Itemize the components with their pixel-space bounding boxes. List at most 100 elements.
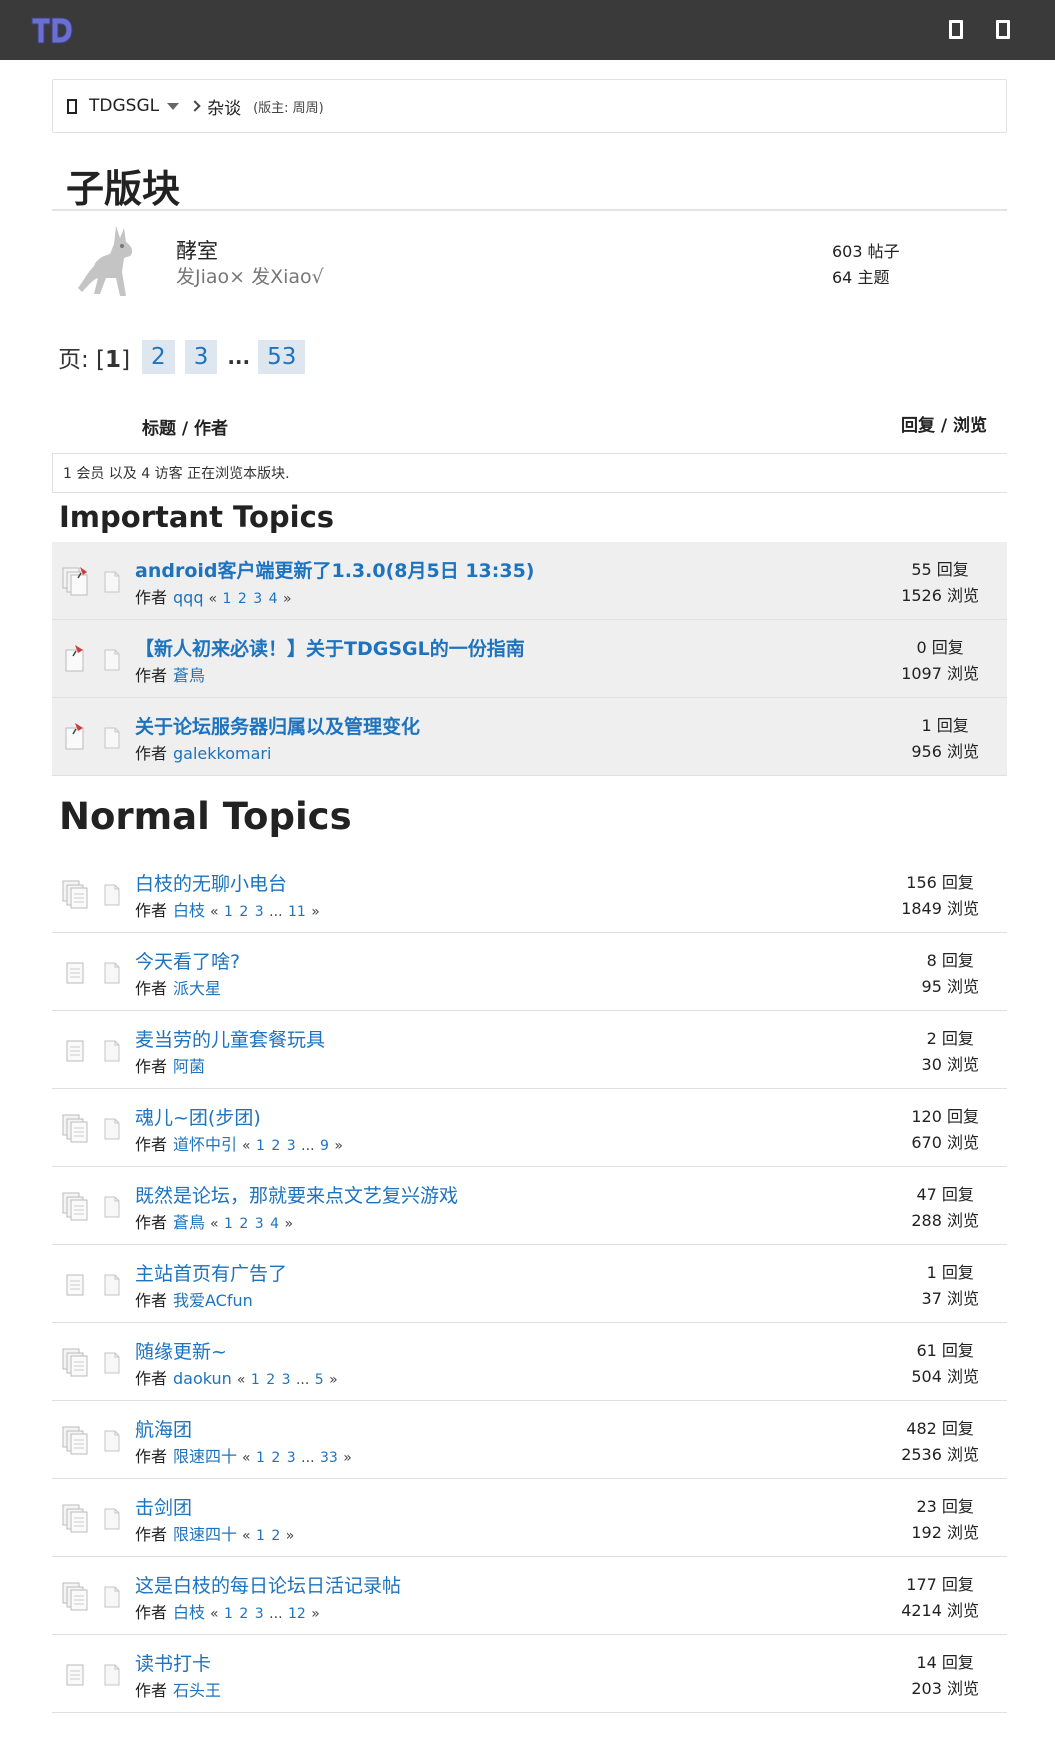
- topic-author-link[interactable]: 白枝: [173, 1603, 205, 1622]
- topic-author-link[interactable]: 白枝: [173, 901, 205, 920]
- topic-title-link[interactable]: 主站首页有广告了: [135, 1259, 287, 1286]
- document-icon: [104, 1196, 120, 1218]
- topic-row: 既然是论坛，那就要来点文艺复兴游戏 作者 蒼鳥 « 1 2 3 4 » 47 回复 288…: [52, 1167, 1007, 1245]
- pagination: 页: [1] 2 3 ... 53: [58, 340, 315, 374]
- hot-topic-icon: [62, 1504, 88, 1533]
- topic-pages[interactable]: « 1 2 3 ... 11 »: [210, 904, 320, 920]
- topic-row: 航海团 作者 限速四十 « 1 2 3 ... 33 » 482 回复 2536 浏览: [52, 1401, 1007, 1479]
- topic-replies: 23 回复: [916, 1497, 974, 1516]
- topic-stats: 8 回复 95 浏览: [922, 948, 979, 1000]
- subboard-name[interactable]: 酵室: [176, 235, 218, 265]
- topic-author-link[interactable]: 道怀中引: [173, 1135, 237, 1154]
- topic-author-link[interactable]: 阿菌: [173, 1057, 205, 1076]
- topic-row: 关于论坛服务器归属以及管理变化 作者 galekkomari 1 回复 956 浏览: [52, 698, 1007, 776]
- topic-icon: [66, 1274, 84, 1296]
- document-icon: [104, 962, 120, 984]
- board-mascot-icon: [78, 226, 133, 296]
- home-icon[interactable]: [67, 98, 77, 114]
- topic-byline: 作者 qqq « 1 2 3 4 »: [135, 588, 292, 607]
- topic-views: 1849 浏览: [901, 899, 979, 918]
- topic-stats: 177 回复 4214 浏览: [901, 1572, 979, 1624]
- topic-title-link[interactable]: 读书打卡: [135, 1649, 211, 1676]
- topic-title-link[interactable]: 航海团: [135, 1415, 192, 1442]
- page-link-2[interactable]: 2: [142, 340, 175, 374]
- page-link-3[interactable]: 3: [184, 340, 218, 374]
- topic-title-link[interactable]: 既然是论坛，那就要来点文艺复兴游戏: [135, 1181, 458, 1208]
- topic-author-link[interactable]: 限速四十: [173, 1447, 237, 1466]
- topic-byline: 作者 道怀中引 « 1 2 3 ... 9 »: [135, 1135, 343, 1154]
- topic-title-link[interactable]: 随缘更新~: [135, 1337, 227, 1364]
- hot-topic-icon: [62, 1582, 88, 1611]
- topic-row: 读书打卡 作者 石头王 14 回复 203 浏览: [52, 1635, 1007, 1713]
- breadcrumb-forum[interactable]: TDGSGL: [89, 96, 159, 116]
- topic-title-link[interactable]: 【新人初来必读！】关于TDGSGL的一份指南: [135, 634, 525, 661]
- topic-stats: 55 回复 1526 浏览: [901, 557, 979, 609]
- topic-views: 670 浏览: [911, 1133, 979, 1152]
- topic-row: 【新人初来必读！】关于TDGSGL的一份指南作者 蒼鳥 0 回复 1097 浏览: [52, 620, 1007, 698]
- topic-pages[interactable]: « 1 2 3 ... 33 »: [242, 1450, 352, 1466]
- topic-author-link[interactable]: 派大星: [173, 979, 221, 998]
- column-header-title[interactable]: 标题 / 作者: [142, 414, 228, 439]
- topic-row: 主站首页有广告了 作者 我爱ACfun 1 回复 37 浏览: [52, 1245, 1007, 1323]
- page-link-last[interactable]: 53: [258, 340, 306, 374]
- topic-views: 37 浏览: [921, 1289, 979, 1308]
- topic-stats: 47 回复 288 浏览: [911, 1182, 979, 1234]
- topic-stats: 23 回复 192 浏览: [911, 1494, 979, 1546]
- topic-replies: 177 回复: [906, 1575, 974, 1594]
- topic-row: 今天看了啥? 作者 派大星 8 回复 95 浏览: [52, 933, 1007, 1011]
- subboard-topics: 64 主题: [832, 268, 890, 287]
- topic-row: 这是白枝的每日论坛日活记录帖 作者 白枝 « 1 2 3 ... 12 » 177 回复…: [52, 1557, 1007, 1635]
- caret-down-icon[interactable]: [167, 102, 180, 110]
- topic-pages[interactable]: « 1 2 3 4 »: [210, 1216, 293, 1232]
- topic-author-link[interactable]: galekkomari: [173, 744, 271, 763]
- user-menu-icon[interactable]: [949, 20, 963, 39]
- document-icon: [104, 884, 120, 906]
- topic-pages[interactable]: « 1 2 3 ... 12 »: [210, 1606, 320, 1622]
- topic-title-link[interactable]: 魂儿~团(步团): [135, 1103, 261, 1130]
- topic-icon: [66, 962, 84, 984]
- hot-topic-icon: [62, 1192, 88, 1221]
- topic-views: 1526 浏览: [901, 586, 979, 605]
- important-topics-heading: Important Topics: [59, 500, 335, 534]
- topic-byline: 作者 蒼鳥: [135, 666, 206, 685]
- subboard-description: 发Jiao× 发Xiao√: [176, 266, 324, 288]
- topic-stats: 2 回复 30 浏览: [922, 1026, 979, 1078]
- topic-pages[interactable]: « 1 2 »: [242, 1528, 294, 1544]
- topic-author-link[interactable]: 蒼鳥: [173, 666, 205, 685]
- topic-pages[interactable]: « 1 2 3 ... 5 »: [237, 1372, 338, 1388]
- topic-author-link[interactable]: 我爱ACfun: [173, 1291, 253, 1310]
- topic-views: 95 浏览: [921, 977, 979, 996]
- topic-stats: 0 回复 1097 浏览: [901, 635, 979, 687]
- topic-author-link[interactable]: 石头王: [173, 1681, 221, 1700]
- topic-title-link[interactable]: android客户端更新了1.3.0(8月5日 13:35): [135, 556, 534, 583]
- topic-title-link[interactable]: 关于论坛服务器归属以及管理变化: [135, 712, 420, 739]
- topic-author-link[interactable]: 蒼鳥: [173, 1213, 205, 1232]
- hot-topic-icon: [62, 1348, 88, 1377]
- topic-views: 288 浏览: [911, 1211, 979, 1230]
- topic-title-link[interactable]: 白枝的无聊小电台: [135, 869, 287, 896]
- topic-pages[interactable]: « 1 2 3 ... 9 »: [242, 1138, 343, 1154]
- topic-title-link[interactable]: 麦当劳的儿童套餐玩具: [135, 1025, 325, 1052]
- breadcrumb-board[interactable]: 杂谈: [207, 94, 241, 119]
- topic-title-link[interactable]: 击剑团: [135, 1493, 192, 1520]
- topic-author-link[interactable]: daokun: [173, 1369, 232, 1388]
- site-logo[interactable]: [30, 14, 74, 50]
- topic-replies: 120 回复: [911, 1107, 979, 1126]
- topic-replies: 0 回复: [916, 638, 964, 657]
- topic-author-link[interactable]: qqq: [173, 588, 203, 607]
- topic-byline: 作者 阿菌: [135, 1057, 206, 1076]
- topic-author-link[interactable]: 限速四十: [173, 1525, 237, 1544]
- topic-replies: 482 回复: [906, 1419, 974, 1438]
- topic-title-link[interactable]: 这是白枝的每日论坛日活记录帖: [135, 1571, 401, 1598]
- topic-views: 956 浏览: [911, 742, 979, 761]
- topic-row: 白枝的无聊小电台 作者 白枝 « 1 2 3 ... 11 » 156 回复 1849 浏…: [52, 855, 1007, 933]
- document-icon: [104, 727, 120, 749]
- topic-pages[interactable]: « 1 2 3 4 »: [208, 591, 291, 607]
- topic-title-link[interactable]: 今天看了啥?: [135, 947, 240, 974]
- column-header-stats[interactable]: 回复 / 浏览: [901, 411, 987, 436]
- document-icon: [104, 1040, 120, 1062]
- main-menu-icon[interactable]: [996, 20, 1010, 39]
- topic-icon: [66, 1040, 84, 1062]
- hot-topic-icon: [62, 1426, 88, 1455]
- hot-topic-icon: [62, 1114, 88, 1143]
